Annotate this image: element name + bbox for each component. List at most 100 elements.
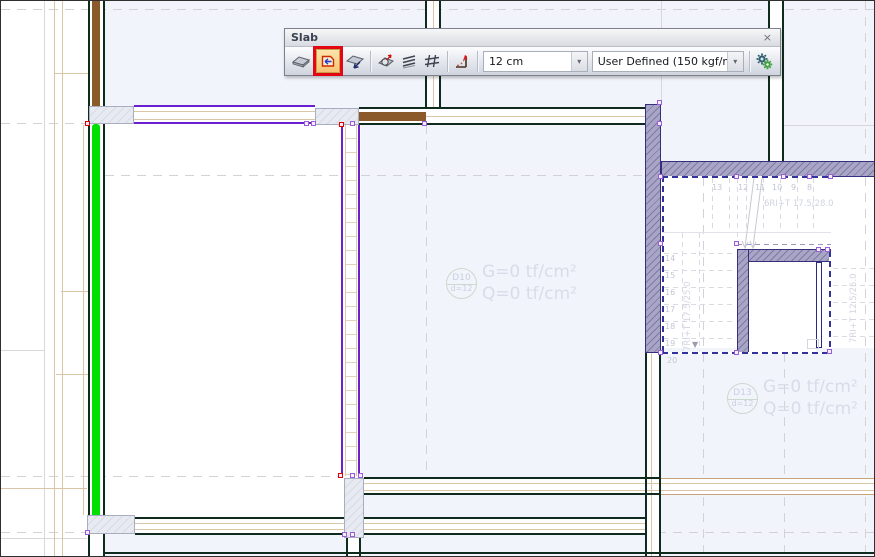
wall-edge [346,538,348,557]
node-marker-red[interactable] [338,473,343,478]
node-marker-red[interactable] [339,122,344,127]
node-marker[interactable] [658,174,663,179]
slab-toolbar-window[interactable]: Slab × [284,28,781,76]
stair-flight-text: 7RI+T 12.5/25.0 [850,273,859,343]
wall-interior [646,348,660,557]
selected-wall-green[interactable] [92,124,100,518]
shear-wall[interactable] [645,104,661,353]
wall-edge [88,1,90,557]
wall-edge [359,123,661,125]
stair-number: 13 [712,184,722,192]
tutorial-highlight-box [313,46,343,76]
wall-interior [134,107,315,123]
slab-label-bubble[interactable]: D13 d=12 [727,383,758,414]
node-marker[interactable] [807,174,812,179]
wall-fill-brown [359,112,426,121]
grid-line [44,1,45,557]
column[interactable] [89,106,134,124]
slab-thickness-value: 12 cm [484,55,571,68]
slab-thickness-combo[interactable]: 12 cm ▾ [483,51,588,72]
slab-load-combo[interactable]: User Defined (150 kgf/m²) ▾ [592,51,744,72]
beam-line [54,73,89,74]
stair-number: 10 [772,184,782,192]
selected-beam-edge[interactable] [134,122,315,124]
selected-beam-edge[interactable] [134,105,315,107]
stair-flight-text: 6RI+T 17.5/28.0 [764,200,834,209]
slab-axes-icon [377,52,395,70]
stair-number: 16 [665,289,675,297]
node-marker-red[interactable] [85,121,90,126]
slab-toolbar-titlebar[interactable]: Slab × [285,29,780,47]
settings-button[interactable] [753,49,776,73]
beam-line [62,1,63,557]
node-marker[interactable] [734,350,739,355]
node-marker[interactable] [358,473,363,478]
wall-edge [364,493,661,495]
node-marker[interactable] [342,532,347,537]
wall-edge [782,1,784,161]
wall-edge [659,348,661,557]
node-marker[interactable] [657,121,662,126]
slab-label-bubble[interactable]: D10 d=12 [446,268,477,299]
slab-button[interactable] [289,49,312,73]
slab-thickness: d=12 [447,284,476,294]
stair-number: 12 [738,184,748,192]
column[interactable] [344,478,364,538]
chevron-down-icon[interactable]: ▾ [571,52,587,71]
slab-toolbar-body: 12 cm ▾ User Defined (150 kgf/m²) ▾ [285,47,780,75]
cad-canvas[interactable]: ▼ 13 12 11 10 9 8 14 15 16 17 18 19 20 6… [0,0,875,557]
slope-lines-button[interactable] [397,49,420,73]
beam-line [651,353,652,557]
node-marker[interactable] [658,350,663,355]
node-marker[interactable] [422,121,427,126]
node-marker[interactable] [350,121,355,126]
beam-line [83,125,84,515]
wall-interior [364,479,875,494]
wall-edge [103,1,105,557]
beam-edge [661,478,875,479]
beam-line [364,490,875,491]
node-marker[interactable] [816,247,821,252]
node-marker[interactable] [828,174,833,179]
stair-number: 17 [665,306,675,314]
slab-icon [292,52,310,70]
node-marker[interactable] [734,241,739,246]
settings-gears-icon [755,52,773,70]
slope-angle-icon [453,52,471,70]
toolbar-title: Slab [291,31,761,44]
slope-hash-button[interactable] [420,49,443,73]
node-marker[interactable] [85,530,90,535]
node-marker[interactable] [304,121,309,126]
selected-beam-edge[interactable] [358,125,360,477]
stair-flight-text: 7RI+T 17.5/25.0 [684,259,693,351]
beam-line [61,291,89,292]
chevron-down-icon[interactable]: ▾ [727,52,743,71]
stair-number: 11 [755,184,765,192]
wall-edge [359,107,661,109]
node-marker[interactable] [350,473,355,478]
slab-by-edge-button[interactable] [316,49,339,73]
slab-axes-button[interactable] [374,49,397,73]
node-marker[interactable] [350,532,355,537]
node-marker[interactable] [311,121,316,126]
node-marker[interactable] [657,100,662,105]
slab-by-point-button[interactable] [344,49,367,73]
close-icon[interactable]: × [761,31,774,44]
node-marker[interactable] [734,174,739,179]
node-marker[interactable] [827,349,832,354]
stair-number: 9 [791,184,796,192]
wall-edge [135,533,645,535]
toolbar-separator [370,51,371,72]
slope-angle-button[interactable] [451,49,474,73]
grid-line [1,476,342,477]
beam-line [54,1,55,557]
node-marker[interactable] [825,247,830,252]
wall-edge [135,517,645,519]
column[interactable] [87,515,135,534]
node-marker[interactable] [781,174,786,179]
stair-number: 18 [665,323,675,331]
selected-beam-edge[interactable] [341,125,343,477]
node-marker[interactable] [658,241,663,246]
shear-wall[interactable] [661,161,875,177]
beam-line [364,483,875,484]
